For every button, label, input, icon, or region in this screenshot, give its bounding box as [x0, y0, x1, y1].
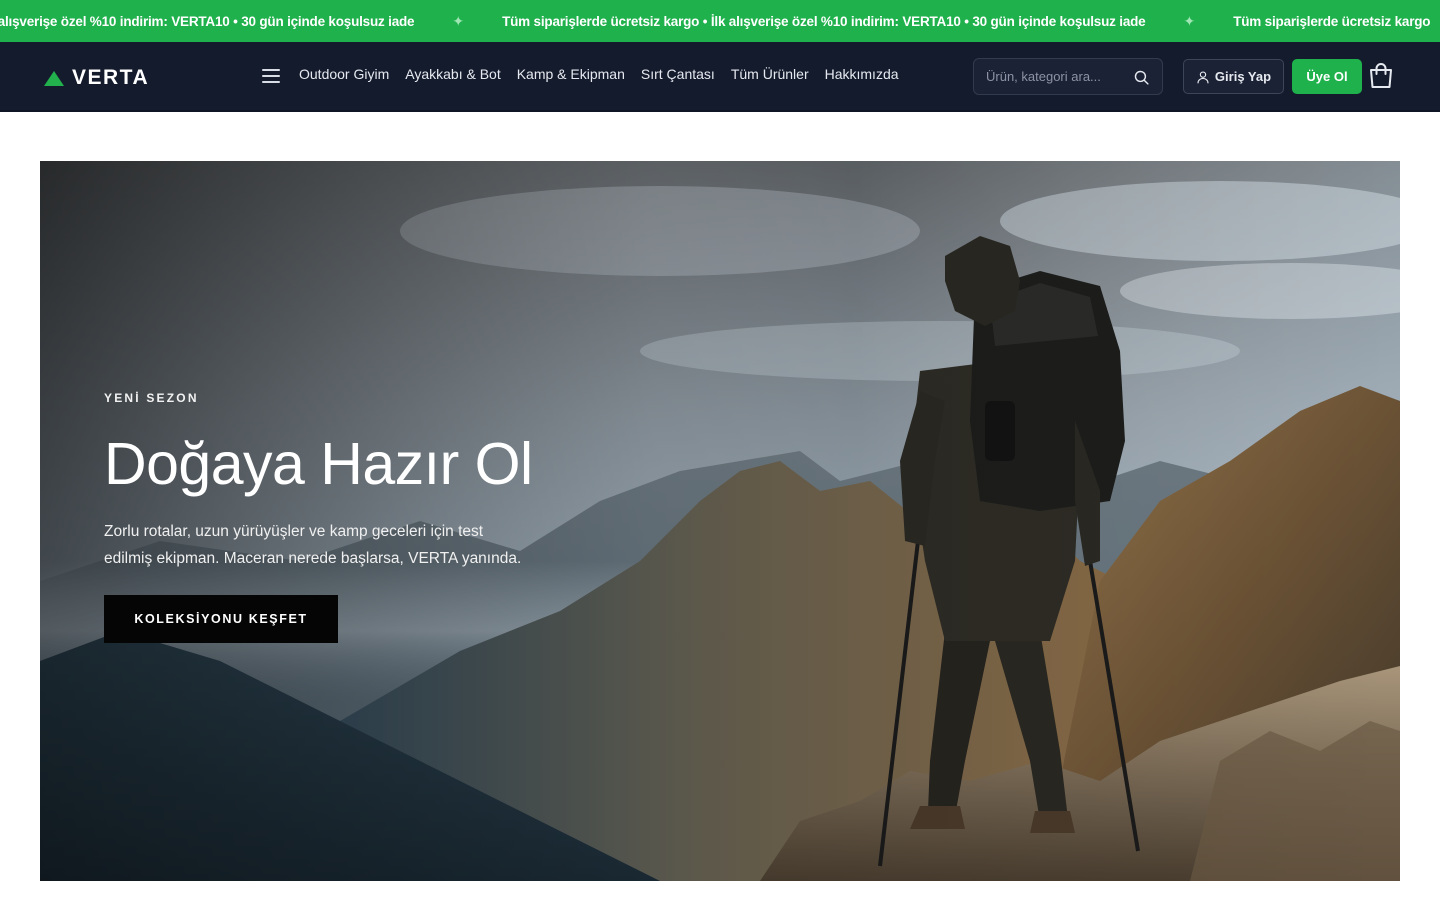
signup-button[interactable]: Üye Ol — [1292, 59, 1362, 94]
hero-banner: YENİ SEZON Doğaya Hazır Ol Zorlu rotalar… — [40, 161, 1400, 881]
announcement-text: go • İlk alışverişe özel %10 indirim: VE… — [0, 13, 415, 29]
announcement-bar: go • İlk alışverişe özel %10 indirim: VE… — [0, 0, 1440, 42]
explore-collection-button[interactable]: KOLEKSİYONU KEŞFET — [104, 594, 338, 643]
nav-item-outdoor-giyim[interactable]: Outdoor Giyim — [299, 66, 389, 82]
nav-item-ayakkabi-bot[interactable]: Ayakkabı & Bot — [405, 66, 500, 82]
search-icon[interactable] — [1133, 69, 1150, 86]
site-logo[interactable]: VERTA — [44, 66, 149, 90]
announcement-text: Tüm siparişlerde ücretsiz kargo — [1233, 13, 1431, 29]
site-header: VERTA Outdoor Giyim Ayakkabı & Bot Kamp … — [0, 42, 1440, 112]
announcement-item: Tüm siparişlerde ücretsiz kargo — [1233, 14, 1430, 29]
announcement-item: go • İlk alışverişe özel %10 indirim: VE… — [0, 13, 502, 30]
nav-item-tum-urunler[interactable]: Tüm Ürünler — [731, 66, 809, 82]
nav-item-kamp-ekipman[interactable]: Kamp & Ekipman — [517, 66, 625, 82]
announcement-track: go • İlk alışverişe özel %10 indirim: VE… — [0, 0, 1431, 42]
sparkle-icon: ✦ — [452, 12, 465, 29]
sparkle-icon: ✦ — [1183, 12, 1196, 29]
hero-content: YENİ SEZON Doğaya Hazır Ol Zorlu rotalar… — [104, 391, 564, 643]
login-button[interactable]: Giriş Yap — [1183, 59, 1284, 94]
menu-icon[interactable] — [261, 67, 281, 85]
login-label: Giriş Yap — [1214, 69, 1272, 84]
main-nav: Outdoor Giyim Ayakkabı & Bot Kamp & Ekip… — [299, 66, 899, 82]
nav-item-sirt-cantasi[interactable]: Sırt Çantası — [641, 66, 715, 82]
nav-item-hakkimizda[interactable]: Hakkımızda — [825, 66, 899, 82]
user-icon — [1197, 70, 1209, 83]
logo-mountain-icon — [44, 70, 64, 86]
announcement-text: Tüm siparişlerde ücretsiz kargo • İlk al… — [502, 13, 1146, 29]
hero-title: Doğaya Hazır Ol — [104, 431, 533, 497]
search-input[interactable] — [986, 59, 1126, 94]
hero-eyebrow: YENİ SEZON — [104, 391, 199, 405]
search-box — [973, 58, 1163, 95]
hero-description: Zorlu rotalar, uzun yürüyüşler ve kamp g… — [104, 522, 522, 567]
logo-text: VERTA — [72, 66, 150, 89]
announcement-item: Tüm siparişlerde ücretsiz kargo • İlk al… — [502, 13, 1233, 30]
cart-icon[interactable] — [1368, 62, 1394, 90]
